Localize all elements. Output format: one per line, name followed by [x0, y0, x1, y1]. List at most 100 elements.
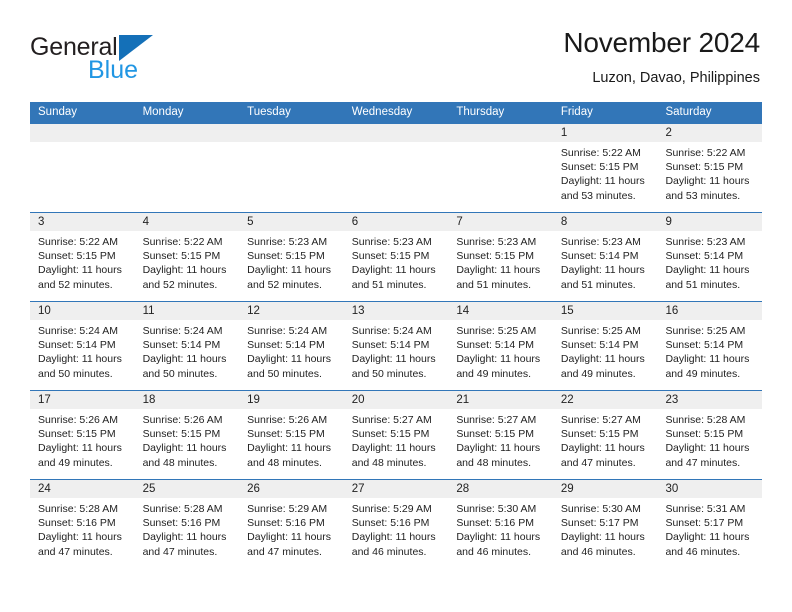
day-number: 8: [552, 213, 658, 231]
calendar-day-cell[interactable]: 11 Sunrise: 5:24 AM Sunset: 5:14 PM Dayligh…: [134, 301, 240, 390]
day-number: 26: [239, 480, 344, 498]
calendar-day-cell[interactable]: 26 Sunrise: 5:29 AM Sunset: 5:16 PM Dayligh…: [239, 479, 344, 568]
day-number: 15: [552, 302, 658, 320]
daylight-text: Daylight: 11 hours and 47 minutes.: [247, 531, 332, 558]
sunset-text: Sunset: 5:15 PM: [456, 428, 534, 441]
day-number: 27: [343, 480, 449, 498]
sunset-text: Sunset: 5:15 PM: [665, 428, 744, 441]
sunrise-text: Sunrise: 5:27 AM: [560, 414, 641, 426]
sunrise-text: Sunrise: 5:22 AM: [142, 236, 223, 248]
day-number: 22: [552, 391, 658, 409]
calendar-day-cell[interactable]: 1 Sunrise: 5:22 AM Sunset: 5:15 PM Daylight…: [552, 123, 658, 212]
day-details: Sunrise: 5:30 AM Sunset: 5:17 PM Daylight:…: [553, 498, 658, 559]
calendar-day-cell[interactable]: 28 Sunrise: 5:30 AM Sunset: 5:16 PM Dayligh…: [448, 479, 553, 568]
calendar-day-cell[interactable]: 5 Sunrise: 5:23 AM Sunset: 5:15 PM Daylight…: [239, 212, 344, 301]
daylight-text: Daylight: 11 hours and 49 minutes.: [665, 353, 750, 380]
sunrise-text: Sunrise: 5:24 AM: [247, 325, 328, 337]
sunset-text: Sunset: 5:15 PM: [247, 428, 325, 441]
day-number: 19: [239, 391, 344, 409]
general-blue-logo[interactable]: General Blue: [30, 26, 153, 83]
day-details: Sunrise: 5:23 AM Sunset: 5:15 PM Daylight:…: [448, 231, 553, 292]
day-details: Sunrise: 5:25 AM Sunset: 5:14 PM Daylight:…: [657, 320, 762, 381]
calendar-day-cell[interactable]: 20 Sunrise: 5:27 AM Sunset: 5:15 PM Dayligh…: [343, 390, 449, 479]
day-number: 24: [30, 480, 135, 498]
sunset-text: Sunset: 5:14 PM: [665, 250, 744, 263]
sunrise-text: Sunrise: 5:26 AM: [38, 414, 118, 426]
calendar-week-row: 10 Sunrise: 5:24 AM Sunset: 5:14 PM Dayligh…: [30, 301, 763, 390]
day-number: 20: [343, 391, 449, 409]
calendar-day-cell[interactable]: 23 Sunrise: 5:28 AM Sunset: 5:15 PM Dayligh…: [657, 390, 763, 479]
calendar-day-cell[interactable]: 2 Sunrise: 5:22 AM Sunset: 5:15 PM Daylight…: [657, 123, 763, 212]
daylight-text: Daylight: 11 hours and 50 minutes.: [351, 353, 436, 380]
day-details: Sunrise: 5:25 AM Sunset: 5:14 PM Daylight:…: [448, 320, 553, 381]
calendar-day-cell[interactable]: 24 Sunrise: 5:28 AM Sunset: 5:16 PM Dayligh…: [30, 479, 135, 568]
calendar-day-cell[interactable]: 16 Sunrise: 5:25 AM Sunset: 5:14 PM Dayligh…: [657, 301, 763, 390]
sunrise-text: Sunrise: 5:24 AM: [142, 325, 223, 337]
calendar-day-cell[interactable]: 15 Sunrise: 5:25 AM Sunset: 5:14 PM Dayligh…: [552, 301, 658, 390]
calendar-day-cell[interactable]: 27 Sunrise: 5:29 AM Sunset: 5:16 PM Dayligh…: [343, 479, 449, 568]
day-details: Sunrise: 5:26 AM Sunset: 5:15 PM Daylight:…: [30, 409, 135, 470]
calendar-day-cell[interactable]: 4 Sunrise: 5:22 AM Sunset: 5:15 PM Daylight…: [134, 212, 240, 301]
weekday-header-tuesday: Tuesday: [247, 106, 291, 118]
sunset-text: Sunset: 5:15 PM: [247, 250, 325, 263]
sunset-text: Sunset: 5:14 PM: [560, 250, 639, 263]
daylight-text: Daylight: 11 hours and 48 minutes.: [142, 442, 227, 469]
sunset-text: Sunset: 5:15 PM: [456, 250, 534, 263]
page-header: General Blue November 2024 Luzon, Davao,…: [0, 0, 792, 96]
calendar-day-cell[interactable]: 18 Sunrise: 5:26 AM Sunset: 5:15 PM Dayligh…: [134, 390, 240, 479]
sunrise-text: Sunrise: 5:23 AM: [351, 236, 432, 248]
daylight-text: Daylight: 11 hours and 53 minutes.: [560, 175, 645, 202]
day-number: 30: [657, 480, 763, 498]
sunrise-text: Sunrise: 5:22 AM: [665, 147, 746, 159]
sunrise-text: Sunrise: 5:31 AM: [665, 503, 746, 515]
calendar-day-cell[interactable]: 29 Sunrise: 5:30 AM Sunset: 5:17 PM Dayligh…: [552, 479, 658, 568]
day-details: Sunrise: 5:27 AM Sunset: 5:15 PM Daylight:…: [344, 409, 449, 470]
sunset-text: Sunset: 5:16 PM: [351, 517, 430, 530]
day-details: Sunrise: 5:23 AM Sunset: 5:15 PM Daylight:…: [344, 231, 449, 292]
day-number: [30, 124, 135, 142]
sunset-text: Sunset: 5:14 PM: [351, 339, 430, 352]
calendar-day-cell[interactable]: 10 Sunrise: 5:24 AM Sunset: 5:14 PM Dayligh…: [30, 301, 135, 390]
calendar-day-cell[interactable]: 25 Sunrise: 5:28 AM Sunset: 5:16 PM Dayligh…: [134, 479, 240, 568]
page-title: November 2024: [563, 27, 760, 58]
daylight-text: Daylight: 11 hours and 49 minutes.: [456, 353, 541, 380]
daylight-text: Daylight: 11 hours and 46 minutes.: [456, 531, 541, 558]
sunrise-text: Sunrise: 5:27 AM: [456, 414, 537, 426]
sunset-text: Sunset: 5:16 PM: [247, 517, 325, 530]
daylight-text: Daylight: 11 hours and 50 minutes.: [247, 353, 332, 380]
sunrise-text: Sunrise: 5:24 AM: [38, 325, 118, 337]
daylight-text: Daylight: 11 hours and 48 minutes.: [351, 442, 436, 469]
day-number: 23: [657, 391, 763, 409]
calendar-day-cell[interactable]: 14 Sunrise: 5:25 AM Sunset: 5:14 PM Dayligh…: [448, 301, 553, 390]
calendar-day-cell[interactable]: 21 Sunrise: 5:27 AM Sunset: 5:15 PM Dayligh…: [448, 390, 553, 479]
sunset-text: Sunset: 5:14 PM: [665, 339, 744, 352]
sunrise-text: Sunrise: 5:27 AM: [351, 414, 432, 426]
sunrise-text: Sunrise: 5:26 AM: [247, 414, 328, 426]
calendar-day-cell[interactable]: 3 Sunrise: 5:22 AM Sunset: 5:15 PM Daylight…: [30, 212, 135, 301]
calendar-day-cell[interactable]: 9 Sunrise: 5:23 AM Sunset: 5:14 PM Daylight…: [657, 212, 763, 301]
sunset-text: Sunset: 5:15 PM: [665, 161, 744, 174]
sunrise-text: Sunrise: 5:23 AM: [456, 236, 537, 248]
calendar-day-cell[interactable]: 6 Sunrise: 5:23 AM Sunset: 5:15 PM Daylight…: [343, 212, 449, 301]
day-number: 21: [448, 391, 553, 409]
day-number: 1: [552, 124, 658, 142]
calendar-day-cell[interactable]: 17 Sunrise: 5:26 AM Sunset: 5:15 PM Dayligh…: [30, 390, 135, 479]
day-details: Sunrise: 5:22 AM Sunset: 5:15 PM Daylight:…: [553, 142, 658, 203]
calendar-day-cell[interactable]: 19 Sunrise: 5:26 AM Sunset: 5:15 PM Dayligh…: [239, 390, 344, 479]
day-number: 16: [657, 302, 763, 320]
day-details: Sunrise: 5:25 AM Sunset: 5:14 PM Daylight:…: [553, 320, 658, 381]
calendar-page: General Blue November 2024 Luzon, Davao,…: [0, 0, 792, 612]
daylight-text: Daylight: 11 hours and 52 minutes.: [247, 264, 332, 291]
sunset-text: Sunset: 5:17 PM: [665, 517, 744, 530]
sunset-text: Sunset: 5:14 PM: [456, 339, 534, 352]
calendar-day-cell[interactable]: 12 Sunrise: 5:24 AM Sunset: 5:14 PM Dayligh…: [239, 301, 344, 390]
calendar-day-cell[interactable]: 22 Sunrise: 5:27 AM Sunset: 5:15 PM Dayligh…: [552, 390, 658, 479]
day-number: [239, 124, 344, 142]
sunset-text: Sunset: 5:15 PM: [560, 161, 639, 174]
day-details: Sunrise: 5:27 AM Sunset: 5:15 PM Daylight:…: [553, 409, 658, 470]
calendar-day-cell[interactable]: 13 Sunrise: 5:24 AM Sunset: 5:14 PM Dayligh…: [343, 301, 449, 390]
calendar-day-cell[interactable]: 7 Sunrise: 5:23 AM Sunset: 5:15 PM Daylight…: [448, 212, 553, 301]
calendar-day-cell[interactable]: 8 Sunrise: 5:23 AM Sunset: 5:14 PM Daylight…: [552, 212, 658, 301]
calendar-day-cell[interactable]: 30 Sunrise: 5:31 AM Sunset: 5:17 PM Dayligh…: [657, 479, 763, 568]
sunrise-text: Sunrise: 5:29 AM: [351, 503, 432, 515]
